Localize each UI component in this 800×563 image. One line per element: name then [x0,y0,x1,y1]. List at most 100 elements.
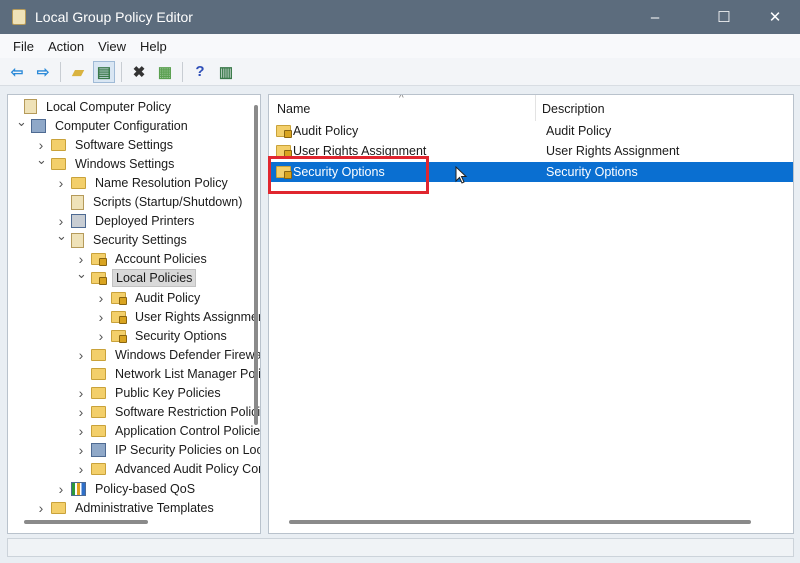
chevron-right-icon[interactable]: › [56,481,66,497]
tree-item[interactable]: ⌄ Local Policies [76,266,197,288]
tree-item[interactable]: ⌄ Computer Configuration [16,114,191,135]
tree-item-label: Administrative Templates [75,500,214,515]
tree-item[interactable]: › Administrative Templates [39,498,217,517]
up-folder-icon: ▰ [72,63,84,81]
folder-icon [51,501,66,514]
list-row[interactable]: Audit Policy Audit Policy [269,121,793,141]
app-icon [12,9,26,25]
tree-item[interactable]: › Deployed Printers [59,212,197,231]
qos-chart-icon [71,481,86,496]
help-icon: ? [195,63,205,80]
chevron-down-icon[interactable]: ⌄ [36,152,47,168]
chevron-right-icon[interactable]: › [76,347,86,363]
forward-arrow-icon: ⇨ [36,63,50,81]
chevron-right-icon[interactable]: › [76,251,86,267]
tree-item[interactable]: › Software Restriction Policies [79,403,261,422]
chevron-right-icon[interactable]: › [76,404,86,420]
tree-item[interactable]: ⌄ Windows Settings [36,152,177,173]
tree-item[interactable]: › User Rights Assignment [99,307,260,326]
maximize-button[interactable]: ☐ [701,0,747,34]
tree-horizontal-scrollbar[interactable] [24,520,148,524]
tree-vertical-scrollbar[interactable] [254,105,258,425]
action-pane-button[interactable]: ▥ [215,61,237,83]
folder-icon [91,425,106,438]
chevron-right-icon[interactable]: › [76,423,86,439]
tree-item-label: Scripts (Startup/Shutdown) [93,195,243,209]
sort-indicator-icon: ^ [399,94,404,104]
tree-item-label: Local Policies [112,269,197,288]
column-description[interactable]: Description [542,102,605,116]
chevron-right-icon[interactable]: › [36,137,46,153]
chevron-right-icon[interactable]: › [96,290,106,306]
show-hide-tree-button[interactable]: ▤ [93,60,115,83]
tree-item-label: Local Computer Policy [46,99,172,114]
tree-item[interactable]: Network List Manager Policies [91,364,260,383]
forward-arrow-button[interactable]: ⇨ [32,61,54,83]
tree-item[interactable]: › Policy-based QoS [59,479,198,498]
tree-item-label: Application Control Policies [115,424,261,439]
toolbar: ⇦ ⇨ ▰ ▤ ✖ ▦? ▥ [0,58,800,86]
chevron-right-icon[interactable]: › [96,328,106,344]
back-arrow-button[interactable]: ⇦ [6,61,28,83]
close-button[interactable]: ✕ [752,0,798,34]
chevron-right-icon[interactable]: › [56,213,66,229]
menu-action[interactable]: Action [48,39,84,54]
tree-item[interactable]: › Account Policies [79,250,210,269]
chevron-down-icon[interactable]: ⌄ [16,114,27,130]
export-list-icon: ▦ [157,63,173,81]
tree-item[interactable]: Local Computer Policy [24,97,174,116]
folder-icon [51,157,66,170]
chevron-right-icon[interactable]: › [96,309,106,325]
tree-item[interactable]: ⌄ Security Settings [56,228,190,250]
row-description: Audit Policy [546,124,612,138]
folder-icon [91,367,106,380]
row-name: Audit Policy [293,124,359,138]
menu-view[interactable]: View [98,39,126,54]
chevron-right-icon[interactable]: › [76,385,86,401]
help-button[interactable]: ? [189,61,211,83]
column-divider[interactable] [535,95,536,121]
tree-item[interactable]: › Name Resolution Policy [59,173,231,192]
minimize-button[interactable]: – [632,0,678,34]
chevron-right-icon[interactable]: › [76,461,86,477]
locked-folder-icon [111,291,127,305]
show-hide-tree-icon: ▤ [96,63,112,81]
tree-item[interactable]: › Public Key Policies [79,384,224,403]
chevron-right-icon[interactable]: › [56,175,66,191]
locked-folder-icon [91,253,107,267]
chevron-right-icon[interactable]: › [36,500,46,516]
chevron-down-icon[interactable]: ⌄ [56,228,67,244]
tree-item[interactable]: › Audit Policy [99,288,203,307]
tree-pane: Local Computer Policy ⌄ Computer Configura… [7,94,261,534]
list-horizontal-scrollbar[interactable] [289,520,751,524]
tree-item[interactable]: › Software Settings [39,135,176,154]
printer-icon [71,214,86,229]
tree-item[interactable]: › Advanced Audit Policy Configuration [79,460,260,479]
delete-button[interactable]: ✖ [128,61,150,83]
tree-item-label: Public Key Policies [115,386,221,400]
tree-item[interactable]: › Security Options [99,326,230,345]
folder-icon [51,138,66,151]
tree-item-label: Policy-based QoS [95,481,196,496]
locked-folder-icon [111,329,127,343]
chevron-down-icon[interactable]: ⌄ [76,266,87,282]
tree-item[interactable]: Scripts (Startup/Shutdown) [71,193,245,212]
up-folder-button[interactable]: ▰ [67,61,89,83]
tree-item-label: Computer Configuration [55,118,188,133]
column-name[interactable]: Name [277,102,310,116]
tree-item[interactable]: › IP Security Policies on Local Computer [79,441,260,460]
tree-item-label: Software Restriction Policies [115,405,261,420]
status-bar [7,538,794,557]
export-list-button[interactable]: ▦ [154,61,176,83]
chevron-right-icon[interactable]: › [76,442,86,458]
folder-icon [91,387,106,399]
row-description: Security Options [546,164,638,179]
menu-file[interactable]: File [13,39,34,54]
tree-item[interactable]: › Application Control Policies [79,422,261,441]
tree-item-label: Software Settings [75,137,173,152]
tree-item-label: Name Resolution Policy [95,175,228,190]
tree-item[interactable]: › Windows Defender Firewall [79,345,260,364]
menu-help[interactable]: Help [140,39,167,54]
policy-scroll-icon [71,194,84,210]
tree-item-label: Account Policies [115,252,207,267]
